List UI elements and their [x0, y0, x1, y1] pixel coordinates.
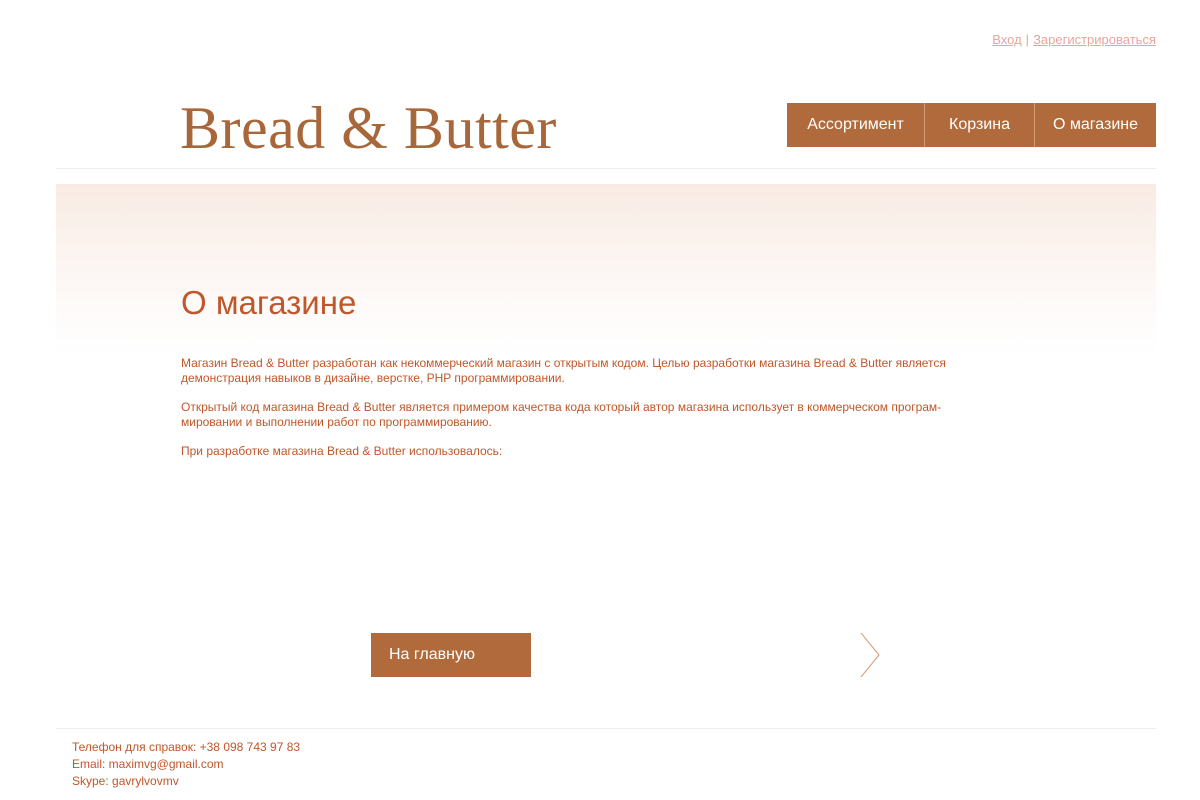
auth-separator: | [1025, 32, 1030, 47]
footer: Телефон для справок: +38 098 743 97 83 E… [72, 739, 300, 790]
paragraph: При разработке магазина Bread & Butter и… [181, 444, 503, 458]
about-content: Магазин Bread & Butter разработан как не… [181, 356, 971, 473]
footer-divider [56, 728, 1156, 729]
header-divider [56, 168, 1156, 169]
home-button[interactable]: На главную [371, 633, 880, 677]
main-nav: Ассортимент Корзина О магазине [787, 103, 1156, 147]
login-link[interactable]: Вход [992, 32, 1021, 47]
nav-item-about[interactable]: О магазине [1034, 103, 1156, 147]
page-title: О магазине [181, 284, 357, 321]
paragraph: Магазин Bread & Butter разработан как не… [181, 356, 946, 385]
footer-skype: Skype: gavrylvovmv [72, 774, 179, 788]
footer-email: Email: maximvg@gmail.com [72, 757, 224, 771]
paragraph: Открытый код магазина Bread & Butter явл… [181, 400, 942, 429]
register-link[interactable]: Зарегистрироваться [1033, 32, 1156, 47]
home-button-label: На главную [389, 646, 475, 663]
chevron-right-icon [860, 633, 880, 677]
nav-item-cart[interactable]: Корзина [924, 103, 1034, 147]
page-banner [56, 184, 1156, 354]
nav-item-assortment[interactable]: Ассортимент [787, 103, 924, 147]
page: Вход | Зарегистрироваться Bread & Butter А… [0, 0, 1200, 800]
footer-phone: Телефон для справок: +38 098 743 97 83 [72, 740, 301, 754]
auth-links: Вход | Зарегистрироваться [992, 32, 1156, 47]
logo[interactable]: Bread & Butter [180, 98, 557, 158]
